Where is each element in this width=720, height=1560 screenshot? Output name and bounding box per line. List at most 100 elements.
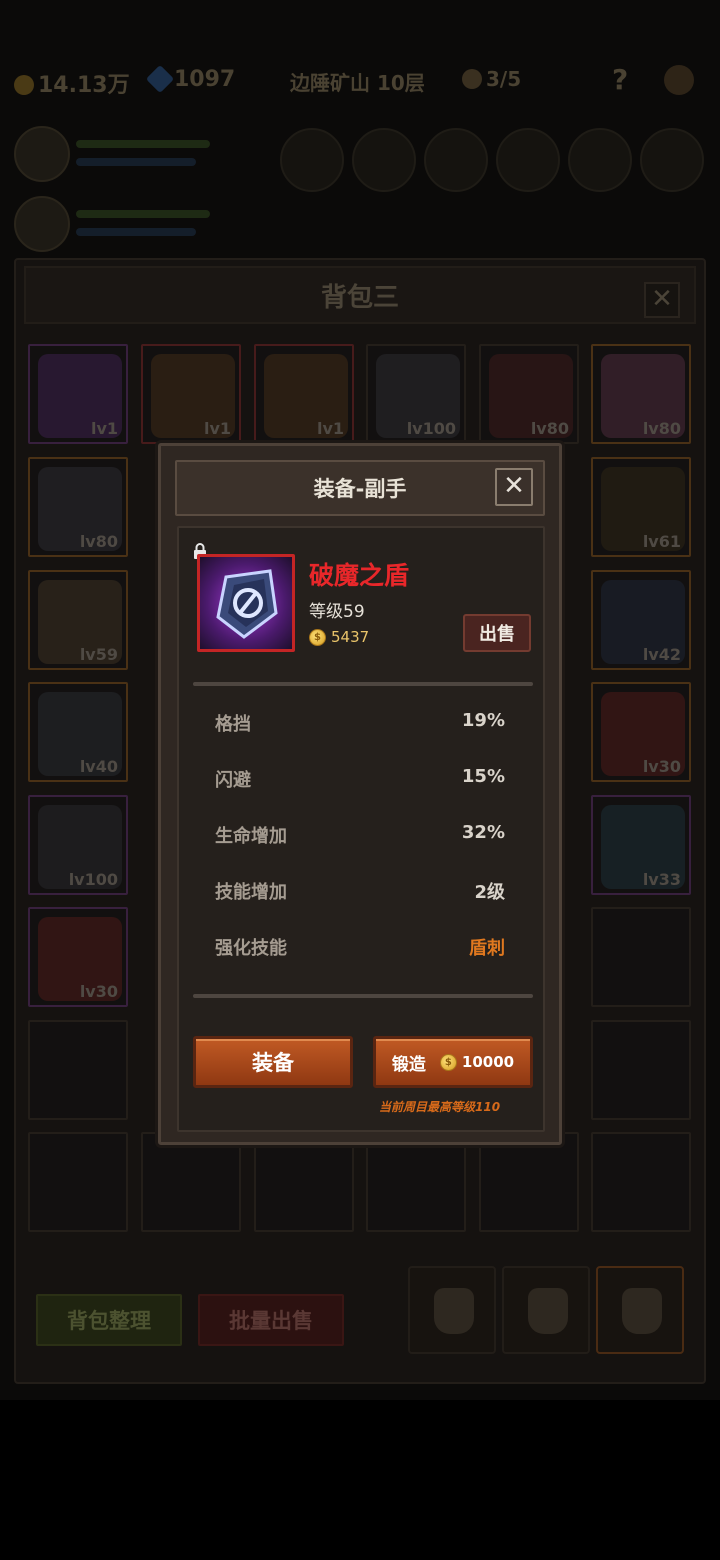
forge-button[interactable]: 锻造 $ 10000 xyxy=(373,1036,533,1088)
bag-title-bar: 背包三 ✕ xyxy=(24,266,696,324)
item-level-label: lv100 xyxy=(406,419,456,438)
key-icon xyxy=(462,69,482,89)
gold-counter: 14.13万 xyxy=(14,67,130,99)
modal-header: 装备-副手 ✕ xyxy=(175,460,545,516)
equipped-slot[interactable] xyxy=(424,128,488,192)
empty-inventory-slot[interactable] xyxy=(366,1132,466,1232)
empty-inventory-slot[interactable] xyxy=(141,1132,241,1232)
location-label[interactable]: 边陲矿山 10层 xyxy=(290,67,425,96)
forge-label: 锻造 xyxy=(391,1054,426,1075)
stat-name: 强化技能 xyxy=(215,938,287,959)
stat-row: 技能增加 2级 xyxy=(215,878,505,908)
inventory-slot[interactable]: lv30 xyxy=(591,682,691,782)
companion-avatar[interactable] xyxy=(14,196,70,252)
empty-inventory-slot[interactable] xyxy=(479,1132,579,1232)
equipped-slot[interactable] xyxy=(640,128,704,192)
modal-body: 破魔之盾 等级59 $ 5437 出售 格挡 19% 闪避 15% 生命增加 32% 技能增… xyxy=(177,526,545,1132)
stat-row: 闪避 15% xyxy=(215,766,505,796)
forge-cost: 10000 xyxy=(461,1053,515,1071)
bulk-sell-button[interactable]: 批量出售 xyxy=(198,1294,344,1346)
inventory-slot[interactable]: lv33 xyxy=(591,795,691,895)
hero-status-row xyxy=(0,118,720,258)
item-level-label: lv1 xyxy=(316,419,344,438)
item-level-label: lv1 xyxy=(203,419,231,438)
empty-inventory-slot[interactable] xyxy=(591,907,691,1007)
bag-icon xyxy=(622,1288,662,1334)
empty-inventory-slot[interactable] xyxy=(28,1132,128,1232)
item-price: $ 5437 xyxy=(309,628,369,646)
item-level-label: lv30 xyxy=(79,982,118,1001)
inventory-slot[interactable]: lv1 xyxy=(141,344,241,444)
empty-inventory-slot[interactable] xyxy=(591,1020,691,1120)
modal-close-button[interactable]: ✕ xyxy=(495,468,533,506)
sort-bag-button[interactable]: 背包整理 xyxy=(36,1294,182,1346)
inventory-slot[interactable]: lv42 xyxy=(591,570,691,670)
bag-title: 背包三 xyxy=(320,282,399,313)
equip-button[interactable]: 装备 xyxy=(193,1036,353,1088)
item-level-label: lv80 xyxy=(642,419,681,438)
inventory-slot[interactable]: lv80 xyxy=(28,457,128,557)
inventory-slot[interactable]: lv100 xyxy=(366,344,466,444)
stat-row: 格挡 19% xyxy=(215,710,505,740)
hero-avatar[interactable] xyxy=(14,126,70,182)
item-level-label: lv42 xyxy=(642,645,681,664)
hero-mp-bar xyxy=(76,158,196,166)
key-counter: 3/5 xyxy=(462,67,521,91)
modal-title: 装备-副手 xyxy=(313,477,407,501)
inventory-slot[interactable]: lv61 xyxy=(591,457,691,557)
stat-name: 闪避 xyxy=(215,770,251,791)
stat-name: 技能增加 xyxy=(215,882,287,903)
divider xyxy=(193,682,533,686)
inventory-slot[interactable]: lv59 xyxy=(28,570,128,670)
hero-hp-bar xyxy=(76,140,210,148)
inventory-slot[interactable]: lv1 xyxy=(254,344,354,444)
item-level-label: lv80 xyxy=(79,532,118,551)
settings-gear-icon[interactable] xyxy=(664,65,698,98)
inventory-slot[interactable]: lv1 xyxy=(28,344,128,444)
stat-name: 格挡 xyxy=(215,714,251,735)
inventory-slot[interactable]: lv100 xyxy=(28,795,128,895)
inventory-slot[interactable]: lv30 xyxy=(28,907,128,1007)
item-level-label: lv33 xyxy=(642,870,681,889)
equipped-slot[interactable] xyxy=(496,128,560,192)
bag-icon xyxy=(434,1288,474,1334)
bag-tab-3[interactable] xyxy=(596,1266,684,1354)
bag-icon xyxy=(528,1288,568,1334)
top-resource-bar: 14.13万 1097 边陲矿山 10层 3/5 ? xyxy=(0,55,720,110)
item-name: 破魔之盾 xyxy=(309,561,410,590)
equipped-slot[interactable] xyxy=(568,128,632,192)
inventory-slot[interactable]: lv80 xyxy=(591,344,691,444)
stat-name: 生命增加 xyxy=(215,826,287,847)
empty-inventory-slot[interactable] xyxy=(254,1132,354,1232)
companion-hp-bar xyxy=(76,210,210,218)
bag-close-button[interactable]: ✕ xyxy=(644,282,680,318)
bag-tab-1[interactable] xyxy=(408,1266,496,1354)
item-icon xyxy=(197,554,295,652)
gold-coin-icon xyxy=(14,75,34,95)
help-button[interactable]: ? xyxy=(612,63,628,96)
gem-counter: 1097 xyxy=(145,64,235,94)
gold-coin-icon: $ xyxy=(309,628,326,646)
stat-value: 2级 xyxy=(474,882,505,903)
stat-value: 19% xyxy=(461,710,505,731)
equipped-slot[interactable] xyxy=(280,128,344,192)
bag-tab-2[interactable] xyxy=(502,1266,590,1354)
gold-coin-icon: $ xyxy=(439,1053,457,1071)
item-level-label: lv1 xyxy=(90,419,118,438)
forge-note: 当前周目最高等级110 xyxy=(379,1100,501,1114)
equipment-detail-modal: 装备-副手 ✕ 破魔之盾 等级59 $ 5437 出售 格挡 19% 闪避 15% 生命… xyxy=(158,443,562,1145)
empty-inventory-slot[interactable] xyxy=(591,1132,691,1232)
equipped-slot[interactable] xyxy=(352,128,416,192)
stat-value: 盾刺 xyxy=(469,938,505,959)
stat-value: 32% xyxy=(461,822,505,843)
item-level-label: lv61 xyxy=(642,532,681,551)
item-level-label: lv80 xyxy=(530,419,569,438)
item-level: 等级59 xyxy=(309,602,365,622)
empty-inventory-slot[interactable] xyxy=(28,1020,128,1120)
sell-button[interactable]: 出售 xyxy=(463,614,531,652)
stat-value: 15% xyxy=(461,766,505,787)
stat-row: 生命增加 32% xyxy=(215,822,505,852)
item-level-label: lv59 xyxy=(79,645,118,664)
inventory-slot[interactable]: lv40 xyxy=(28,682,128,782)
inventory-slot[interactable]: lv80 xyxy=(479,344,579,444)
